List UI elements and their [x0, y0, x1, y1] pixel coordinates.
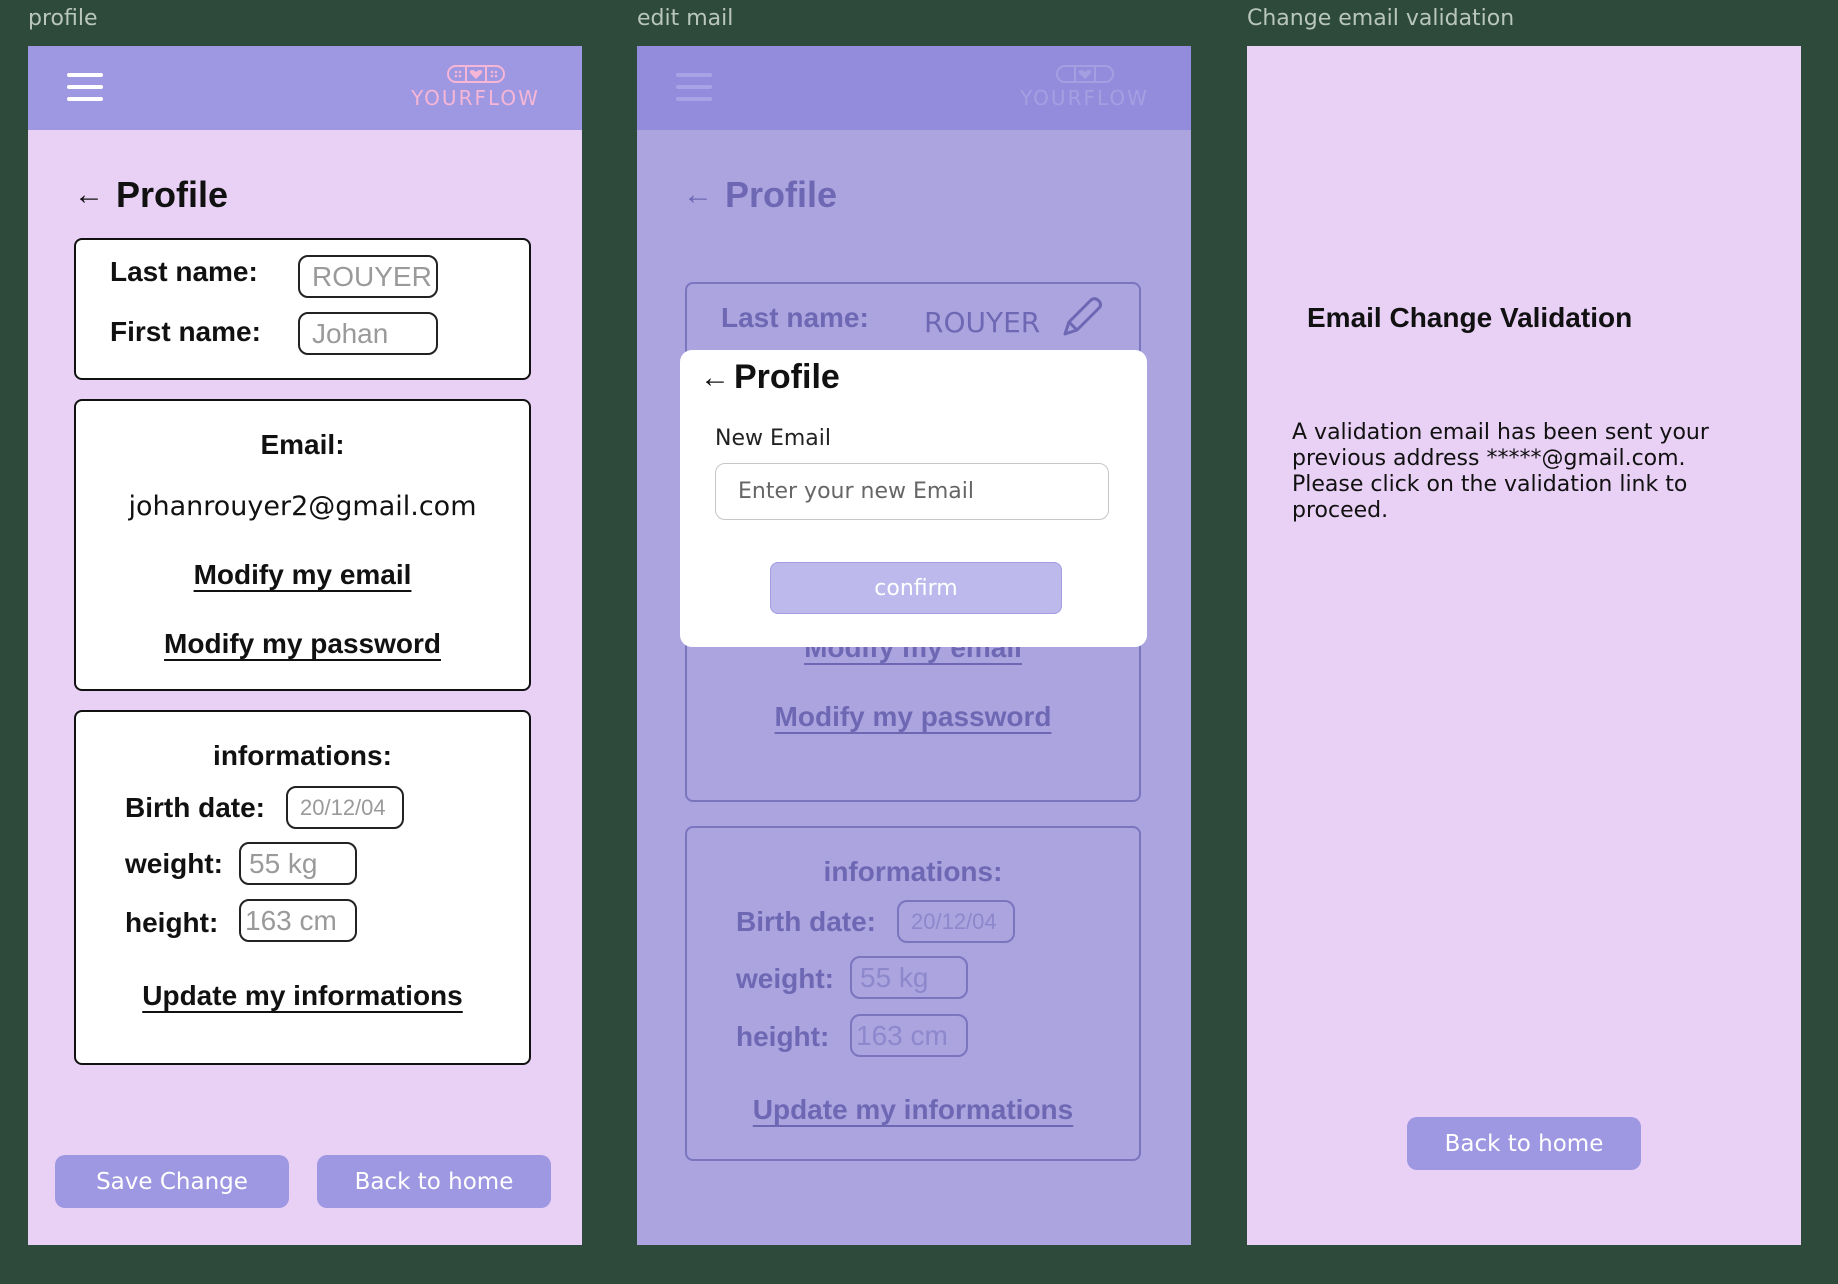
last-name-label: Last name:: [110, 256, 258, 287]
page-title: Profile: [725, 174, 838, 215]
back-to-home-button[interactable]: Back to home: [1407, 1117, 1641, 1170]
height-label: height:: [125, 907, 219, 938]
menu-icon: [676, 73, 712, 101]
save-change-button[interactable]: Save Change: [55, 1155, 289, 1208]
email-label: Email:: [260, 429, 345, 460]
logo-icon: [446, 65, 505, 83]
update-informations-link[interactable]: Update my informations: [142, 980, 462, 1011]
edit-mail-screen: YOURFLOW ← Profile Last name: ROUYER Mod…: [637, 46, 1191, 1245]
brand-logo: YOURFLOW: [1012, 64, 1157, 114]
birth-date-field: 20/12/04: [897, 900, 1015, 943]
birth-date-label: Birth date:: [125, 792, 265, 823]
weight-label: weight:: [736, 963, 834, 994]
email-value: johanrouyer2@gmail.com: [128, 491, 477, 522]
height-label: height:: [736, 1021, 830, 1052]
new-email-input[interactable]: [715, 463, 1109, 520]
validation-message: A validation email has been sent your pr…: [1292, 420, 1709, 523]
menu-icon[interactable]: [67, 73, 103, 101]
modal-title: Profile: [734, 358, 840, 396]
new-email-label: New Email: [715, 426, 832, 451]
page-header: ← Profile: [683, 174, 837, 216]
weight-label: weight:: [125, 848, 223, 879]
informations-card: informations: Birth date: 20/12/04 weigh…: [685, 826, 1141, 1161]
modal-header: ← Profile: [700, 358, 840, 397]
birth-date-field[interactable]: 20/12/04: [286, 786, 404, 829]
validation-heading: Email Change Validation: [1307, 302, 1633, 333]
back-to-home-button[interactable]: Back to home: [317, 1155, 551, 1208]
back-arrow-icon[interactable]: ←: [700, 362, 730, 393]
brand-logo: YOURFLOW: [403, 64, 548, 114]
weight-field: 55 kg: [850, 956, 968, 999]
page-title: Profile: [116, 174, 229, 215]
birth-date-label: Birth date:: [736, 906, 876, 937]
first-name-label: First name:: [110, 316, 261, 347]
back-arrow-icon[interactable]: ←: [74, 180, 104, 210]
frame-label-validation: Change email validation: [1247, 6, 1515, 31]
new-email-modal: ← Profile New Email confirm: [680, 350, 1147, 647]
back-arrow-icon: ←: [683, 178, 713, 211]
logo-text: YOURFLOW: [411, 86, 540, 110]
last-name-value: ROUYER: [924, 306, 1041, 339]
weight-field[interactable]: 55 kg: [239, 842, 357, 885]
first-name-field[interactable]: Johan: [298, 312, 438, 355]
page-header: ← Profile: [74, 174, 228, 216]
informations-label: informations:: [823, 856, 1003, 887]
email-card: Email: johanrouyer2@gmail.com Modify my …: [74, 399, 531, 691]
email-validation-screen: Email Change Validation A validation ema…: [1247, 46, 1801, 1245]
frame-label-edit-mail: edit mail: [637, 6, 734, 31]
logo-icon: [1055, 65, 1114, 83]
confirm-button[interactable]: confirm: [770, 562, 1062, 614]
height-field: 163 cm: [850, 1014, 968, 1057]
name-card: Last name: ROUYER First name: Johan: [74, 238, 531, 380]
update-informations-link: Update my informations: [752, 1094, 1074, 1125]
top-bar: YOURFLOW: [637, 46, 1191, 130]
modify-password-link[interactable]: Modify my password: [164, 628, 441, 659]
pencil-icon: [1063, 297, 1102, 336]
modify-password-link: Modify my password: [774, 701, 1052, 732]
last-name-field[interactable]: ROUYER: [298, 255, 438, 298]
modify-email-link[interactable]: Modify my email: [194, 559, 412, 590]
last-name-label: Last name:: [721, 302, 869, 333]
profile-screen: YOURFLOW ← Profile Last name: ROUYER Fir…: [28, 46, 582, 1245]
top-bar: YOURFLOW: [28, 46, 582, 130]
height-field[interactable]: 163 cm: [239, 899, 357, 942]
logo-text: YOURFLOW: [1020, 86, 1149, 110]
informations-label: informations:: [213, 740, 392, 771]
informations-card: informations: Birth date: 20/12/04 weigh…: [74, 710, 531, 1065]
frame-label-profile: profile: [28, 6, 98, 31]
